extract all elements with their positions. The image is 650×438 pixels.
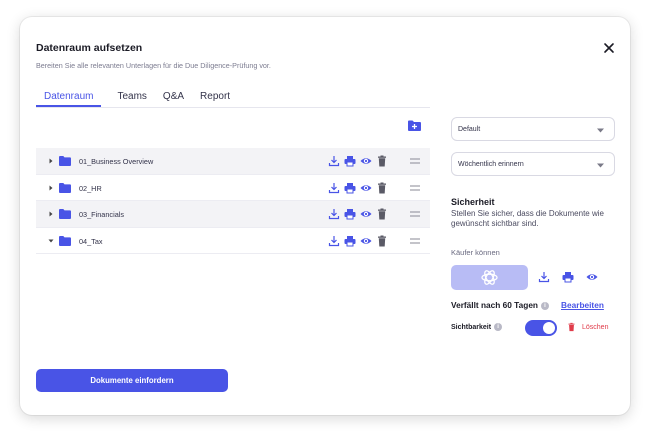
print-icon[interactable] — [562, 271, 574, 283]
eye-icon[interactable] — [360, 235, 372, 247]
datenraum-dialog: Datenraum aufsetzen Bereiten Sie alle re… — [20, 17, 630, 415]
template-select-value: Default — [458, 126, 481, 133]
folder-row[interactable]: 04_Tax — [36, 228, 430, 255]
download-icon[interactable] — [328, 235, 340, 247]
trash-icon[interactable] — [376, 235, 388, 247]
row-actions — [328, 155, 392, 167]
buyers-label: Käufer können — [451, 248, 500, 257]
folder-row[interactable]: 01_Business Overview — [36, 148, 430, 175]
tab-qa[interactable]: Q&A — [163, 91, 184, 107]
reminder-select[interactable]: Wöchentlich erinnern — [451, 152, 615, 176]
print-icon[interactable] — [344, 155, 356, 167]
dialog-subtitle: Bereiten Sie alle relevanten Unterlagen … — [36, 61, 271, 70]
download-icon[interactable] — [328, 182, 340, 194]
trash-icon[interactable] — [376, 155, 388, 167]
drag-handle-icon[interactable] — [410, 158, 420, 164]
folder-name: 04_Tax — [79, 236, 103, 246]
security-title: Sicherheit — [451, 197, 495, 207]
folder-row[interactable]: 02_HR — [36, 175, 430, 202]
folder-icon — [59, 235, 71, 246]
download-icon[interactable] — [328, 208, 340, 220]
eye-icon[interactable] — [360, 182, 372, 194]
info-icon[interactable]: i — [494, 323, 503, 331]
chevron-right-icon[interactable] — [48, 211, 54, 217]
dialog-title: Datenraum aufsetzen — [36, 42, 143, 54]
tab-datenraum[interactable]: Datenraum — [36, 91, 102, 107]
folder-name: 02_HR — [79, 183, 102, 193]
print-icon[interactable] — [344, 208, 356, 220]
chevron-down-icon — [597, 128, 604, 133]
row-actions — [328, 235, 392, 247]
new-folder-icon[interactable] — [408, 120, 421, 131]
tab-teams[interactable]: Teams — [117, 91, 146, 107]
folder-list: 01_Business Overview 02_HR 03_Financials… — [36, 148, 430, 255]
row-actions — [328, 208, 392, 220]
drag-handle-icon[interactable] — [410, 185, 420, 191]
folder-icon — [59, 209, 71, 220]
tab-report[interactable]: Report — [200, 91, 230, 107]
chevron-right-icon[interactable] — [48, 185, 54, 191]
print-icon[interactable] — [344, 182, 356, 194]
chevron-down-icon — [597, 163, 604, 168]
visibility-label: Sichtbarkeit — [451, 323, 492, 331]
edit-link[interactable]: Bearbeiten — [561, 300, 604, 310]
folder-icon — [59, 182, 71, 193]
close-icon[interactable] — [602, 41, 616, 55]
drag-handle-icon[interactable] — [410, 238, 420, 244]
expiry-info: Verfällt nach 60 Tagen i — [451, 300, 549, 310]
trash-icon[interactable] — [376, 208, 388, 220]
openai-icon — [481, 270, 498, 285]
download-icon[interactable] — [328, 155, 340, 167]
toggle-knob — [543, 322, 555, 334]
expiry-text: Verfällt nach 60 Tagen — [451, 300, 538, 310]
drag-handle-icon[interactable] — [410, 211, 420, 217]
visibility-row: Sichtbarkeit i — [451, 323, 503, 331]
reminder-select-value: Wöchentlich erinnern — [458, 161, 524, 168]
delete-label: Löschen — [582, 323, 609, 331]
folder-name: 01_Business Overview — [79, 157, 154, 166]
template-select[interactable]: Default — [451, 117, 615, 141]
tab-bar: Datenraum Teams Q&A Report — [36, 91, 246, 107]
folder-row[interactable]: 03_Financials — [36, 201, 430, 228]
visibility-toggle[interactable] — [525, 320, 557, 336]
eye-icon[interactable] — [586, 271, 598, 283]
row-actions — [328, 182, 392, 194]
chevron-down-icon[interactable] — [48, 238, 54, 244]
eye-icon[interactable] — [360, 155, 372, 167]
trash-icon — [568, 322, 575, 332]
security-description: Stellen Sie sicher, dass die Dokumente w… — [451, 209, 604, 228]
tab-divider — [36, 107, 430, 108]
request-documents-button[interactable]: Dokumente einfordern — [36, 369, 228, 392]
download-icon[interactable] — [538, 271, 550, 283]
trash-icon[interactable] — [376, 182, 388, 194]
folder-icon — [59, 156, 71, 166]
print-icon[interactable] — [344, 235, 356, 247]
eye-icon[interactable] — [360, 208, 372, 220]
info-icon[interactable]: i — [541, 301, 549, 310]
ai-permission-button[interactable] — [451, 265, 528, 290]
buyer-permissions — [538, 271, 610, 283]
chevron-right-icon[interactable] — [48, 158, 54, 164]
folder-name: 03_Financials — [79, 210, 125, 220]
delete-button[interactable]: Löschen — [567, 322, 608, 332]
